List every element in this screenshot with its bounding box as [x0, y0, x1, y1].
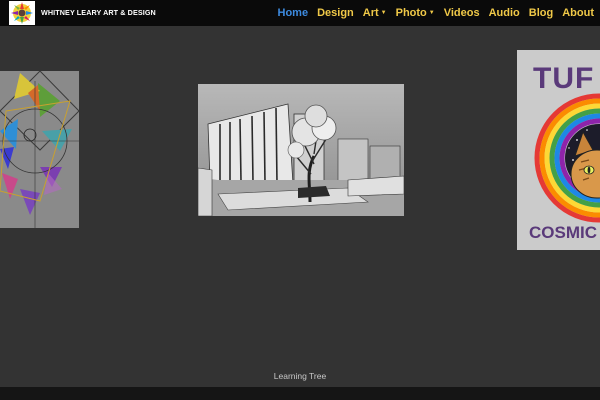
nav-photo-label: Photo: [395, 7, 427, 19]
nav-art-label: Art: [362, 7, 379, 19]
caret-down-icon: ▼: [428, 10, 435, 16]
nav-audio[interactable]: Audio: [489, 7, 520, 19]
nav-photo[interactable]: Photo ▼: [396, 7, 435, 19]
nav-home-label: Home: [277, 7, 309, 19]
cosmic-text: COSMIC: [529, 223, 597, 242]
nav-audio-label: Audio: [488, 7, 520, 19]
tuff-logo-text: TUF: [533, 62, 594, 95]
nav-about-label: About: [562, 7, 594, 19]
slide-caption: Learning Tree: [273, 371, 327, 381]
site-title[interactable]: WHITNEY LEARY ART & DESIGN: [41, 8, 156, 17]
nav-videos[interactable]: Videos: [444, 7, 480, 19]
caret-down-icon: ▼: [380, 10, 387, 16]
top-navigation-bar: WHITNEY LEARY ART & DESIGN Home Design A…: [0, 0, 600, 26]
nav-blog-label: Blog: [528, 7, 554, 19]
main-nav: Home Design Art ▼ Photo ▼ Videos Audio B…: [269, 0, 594, 26]
nav-art[interactable]: Art ▼: [363, 7, 387, 19]
nav-design-label: Design: [317, 7, 354, 19]
image-carousel: TUF COSMIC Learning Tree: [0, 26, 600, 387]
nav-blog[interactable]: Blog: [529, 7, 553, 19]
carousel-slide-cosmic-cat[interactable]: TUF COSMIC: [517, 50, 600, 250]
nav-home[interactable]: Home: [278, 7, 309, 19]
carousel-slide-learning-tree[interactable]: [198, 84, 404, 216]
page-footer: [0, 387, 600, 400]
carousel-slide-geometric-art[interactable]: [0, 71, 79, 228]
nav-about[interactable]: About: [562, 7, 594, 19]
nav-videos-label: Videos: [443, 7, 480, 19]
nav-design[interactable]: Design: [317, 7, 354, 19]
site-logo-icon[interactable]: [9, 1, 35, 25]
